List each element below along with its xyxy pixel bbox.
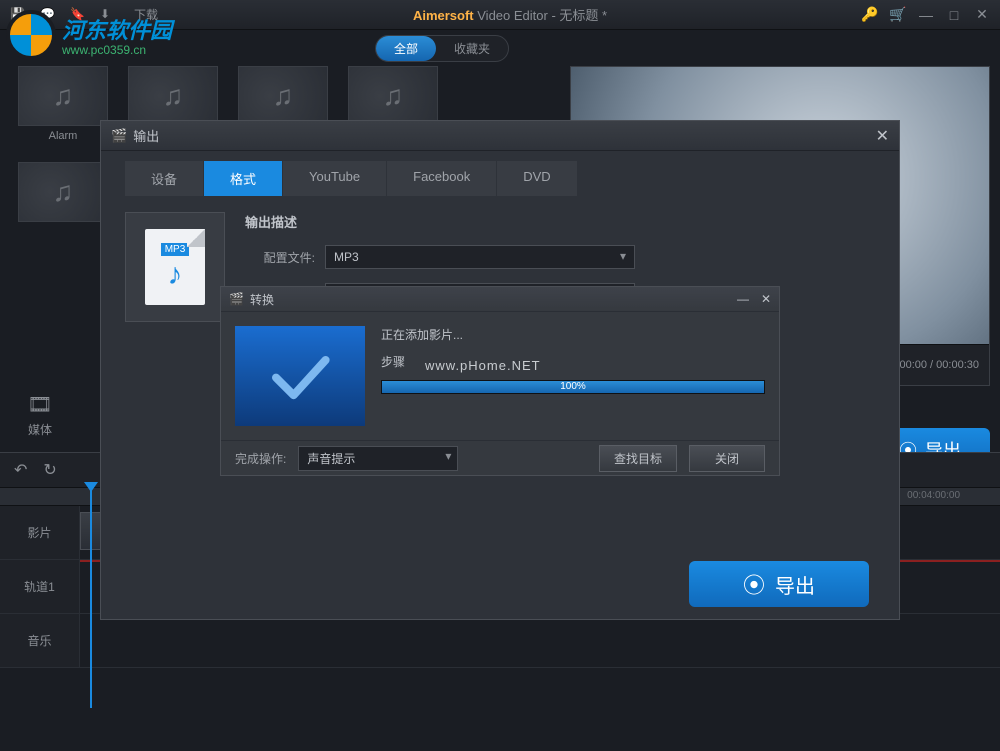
- media-item[interactable]: ♫ Alarm: [18, 66, 108, 142]
- progress-bar: 100%: [381, 380, 765, 394]
- minimize-button[interactable]: —: [737, 292, 749, 306]
- close-button-dialog[interactable]: 关闭: [689, 445, 765, 472]
- tab-favorites[interactable]: 收藏夹: [436, 36, 508, 61]
- profile-label: 配置文件:: [245, 249, 315, 266]
- music-icon: ♫: [273, 80, 294, 112]
- bookmark-icon[interactable]: 🔖: [70, 7, 86, 23]
- export-confirm-button[interactable]: ⦿ 导出: [689, 561, 869, 607]
- export-dialog-title: 🎬 输出 ✕: [101, 121, 899, 151]
- close-button[interactable]: ✕: [761, 292, 771, 306]
- window-title: Aimersoft Video Editor - 无标题 *: [158, 5, 862, 24]
- save-icon[interactable]: 💾: [10, 7, 26, 23]
- tab-dvd[interactable]: DVD: [497, 161, 577, 196]
- tab-format[interactable]: 格式: [204, 161, 283, 196]
- export-icon: 🎬: [111, 128, 127, 144]
- find-target-button[interactable]: 查找目标: [599, 445, 677, 472]
- undo-button[interactable]: ↶: [14, 460, 27, 480]
- after-action-select[interactable]: 声音提示: [298, 446, 458, 471]
- format-preview: MP3 ♪: [125, 212, 225, 322]
- music-icon: ♫: [53, 176, 74, 208]
- status-text: 正在添加影片...: [381, 326, 765, 343]
- tab-all[interactable]: 全部: [376, 36, 436, 61]
- success-icon: [235, 326, 365, 426]
- track-music: 音乐: [0, 614, 1000, 668]
- music-icon: ♫: [53, 80, 74, 112]
- close-button[interactable]: ✕: [974, 7, 990, 23]
- progress-dialog: 🎬 转换 — ✕ 正在添加影片... 步骤 100% 完成操作: 声音提示 查找…: [220, 286, 780, 476]
- filter-tabs: 全部 收藏夹: [375, 35, 509, 62]
- export-desc-label: 输出描述: [245, 212, 875, 231]
- music-icon: ♫: [383, 80, 404, 112]
- cart-icon[interactable]: 🛒: [890, 7, 906, 23]
- dialog-close-button[interactable]: ✕: [876, 126, 889, 146]
- redo-button[interactable]: ↻: [43, 460, 56, 480]
- filmstrip-icon: 🎞: [27, 392, 52, 417]
- message-icon[interactable]: 💬: [40, 7, 56, 23]
- download-label[interactable]: 下载: [134, 6, 158, 23]
- maximize-button[interactable]: □: [946, 7, 962, 23]
- export-tabs: 设备 格式 YouTube Facebook DVD: [125, 161, 875, 196]
- media-item[interactable]: ♫: [18, 162, 108, 238]
- key-icon[interactable]: 🔑: [862, 7, 878, 23]
- titlebar: 💾 💬 🔖 ⬇ 下载 Aimersoft Video Editor - 无标题 …: [0, 0, 1000, 30]
- progress-percent: 100%: [382, 381, 764, 393]
- convert-icon: 🎬: [229, 292, 244, 306]
- media-tab-button[interactable]: 🎞 媒体: [10, 385, 70, 445]
- step-text: 步骤: [381, 353, 765, 370]
- tab-device[interactable]: 设备: [125, 161, 204, 196]
- progress-title-bar: 🎬 转换 — ✕: [221, 287, 779, 312]
- tab-youtube[interactable]: YouTube: [283, 161, 387, 196]
- reel-icon: ⦿: [743, 568, 765, 600]
- tab-facebook[interactable]: Facebook: [387, 161, 497, 196]
- after-action-label: 完成操作:: [235, 450, 286, 467]
- format-badge: MP3: [161, 243, 190, 256]
- music-icon: ♫: [163, 80, 184, 112]
- download-icon[interactable]: ⬇: [100, 7, 116, 23]
- music-icon: ♪: [168, 258, 183, 292]
- playhead[interactable]: [90, 488, 92, 708]
- profile-select[interactable]: MP3: [325, 245, 635, 269]
- minimize-button[interactable]: —: [918, 7, 934, 23]
